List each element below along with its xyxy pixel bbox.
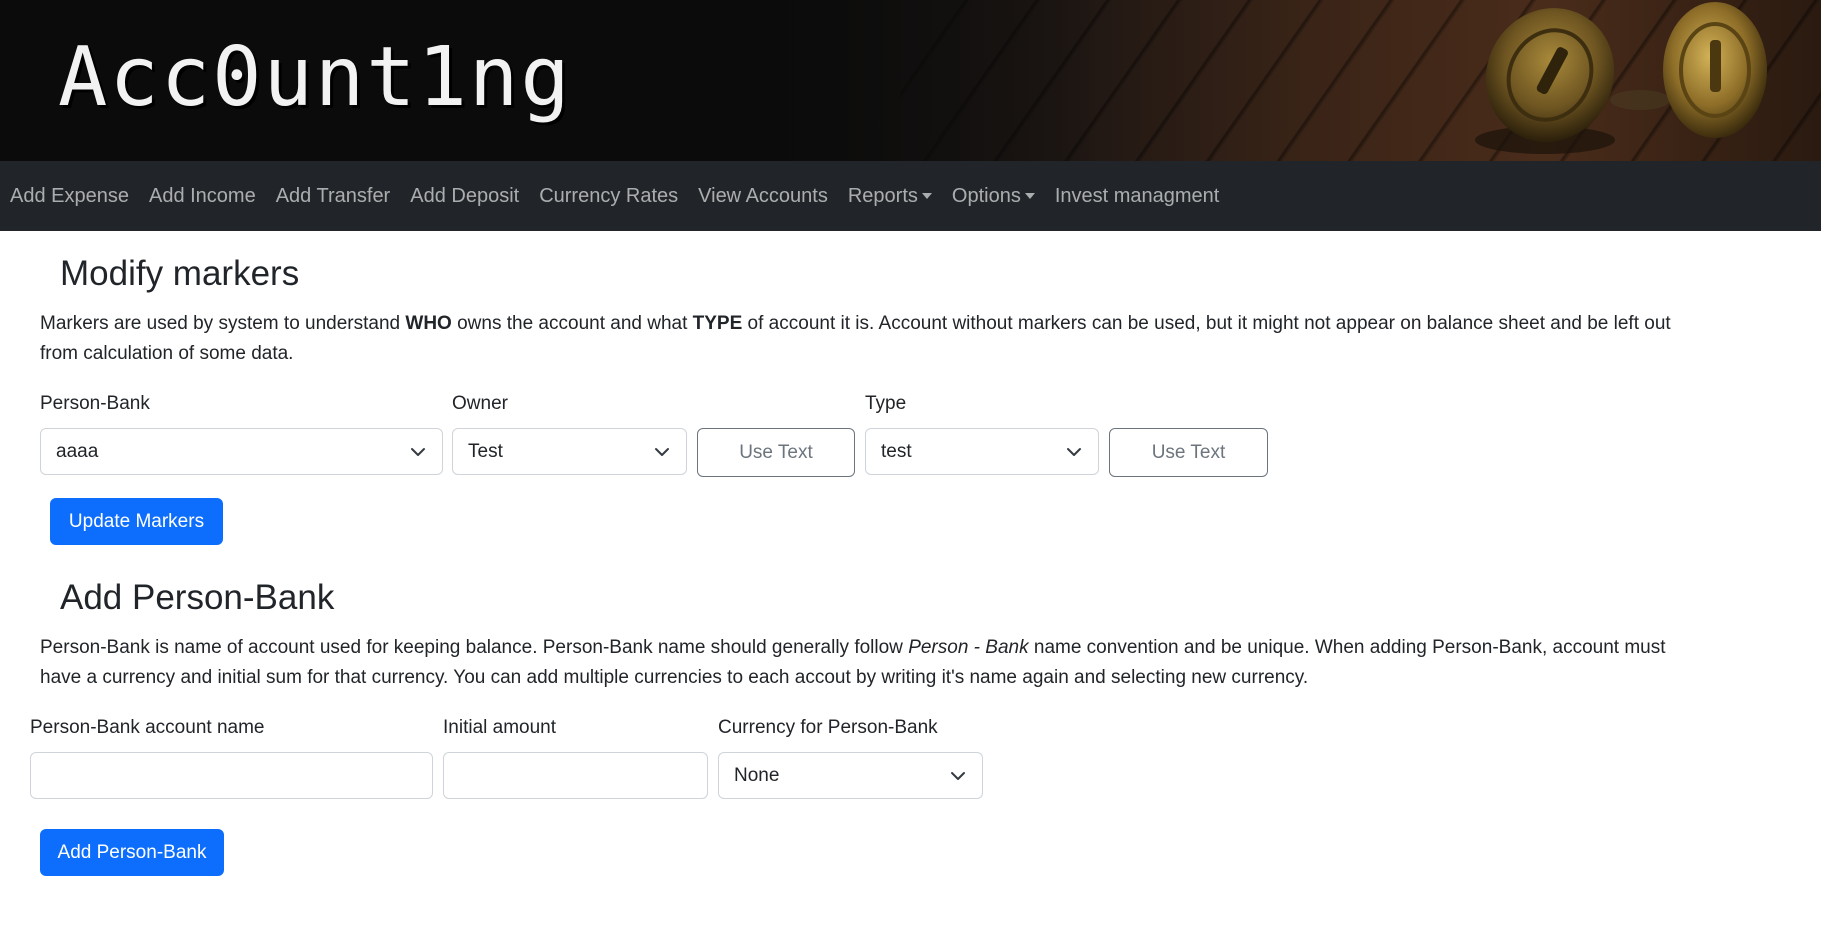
- add-person-bank-button[interactable]: Add Person-Bank: [40, 829, 224, 876]
- initial-amount-label: Initial amount: [443, 717, 557, 738]
- chevron-down-icon: [1067, 448, 1081, 456]
- nav-view-accounts[interactable]: View Accounts: [698, 185, 828, 208]
- nav-invest-management[interactable]: Invest managment: [1055, 185, 1220, 208]
- modify-markers-description: Markers are used by system to understand…: [40, 313, 1671, 364]
- chevron-down-icon: [951, 772, 965, 780]
- type-label: Type: [865, 393, 907, 414]
- person-bank-select[interactable]: aaaa: [40, 428, 443, 475]
- nav-reports-dropdown[interactable]: Reports: [848, 185, 932, 208]
- nav-add-income[interactable]: Add Income: [149, 185, 256, 208]
- caret-down-icon: [921, 193, 932, 199]
- brand-logo-text: Acc0unt1ng: [58, 30, 572, 125]
- nav-add-expense[interactable]: Add Expense: [10, 185, 129, 208]
- owner-label: Owner: [452, 393, 508, 414]
- update-markers-button[interactable]: Update Markers: [50, 498, 223, 545]
- nav-add-transfer[interactable]: Add Transfer: [276, 185, 391, 208]
- owner-use-text-button[interactable]: Use Text: [697, 428, 855, 477]
- nav-options-dropdown[interactable]: Options: [952, 185, 1035, 208]
- person-bank-label: Person-Bank: [40, 393, 150, 414]
- caret-down-icon: [1024, 193, 1035, 199]
- add-person-bank-heading: Add Person-Bank: [60, 578, 335, 617]
- chevron-down-icon: [655, 448, 669, 456]
- nav-add-deposit[interactable]: Add Deposit: [410, 185, 519, 208]
- add-person-bank-description: Person-Bank is name of account used for …: [40, 637, 1666, 688]
- header-banner: Acc0unt1ng: [0, 0, 1821, 161]
- nav-currency-rates[interactable]: Currency Rates: [539, 185, 678, 208]
- main-navbar: Add Expense Add Income Add Transfer Add …: [0, 161, 1821, 231]
- chevron-down-icon: [411, 448, 425, 456]
- account-name-label: Person-Bank account name: [30, 717, 265, 738]
- currency-select[interactable]: None: [718, 752, 983, 799]
- currency-label: Currency for Person-Bank: [718, 717, 938, 738]
- modify-markers-heading: Modify markers: [60, 254, 300, 293]
- initial-amount-input[interactable]: [443, 752, 708, 799]
- owner-select[interactable]: Test: [452, 428, 687, 475]
- account-name-input[interactable]: [30, 752, 433, 799]
- type-use-text-button[interactable]: Use Text: [1109, 428, 1268, 477]
- type-select[interactable]: test: [865, 428, 1099, 475]
- coins-image: [1475, 2, 1767, 154]
